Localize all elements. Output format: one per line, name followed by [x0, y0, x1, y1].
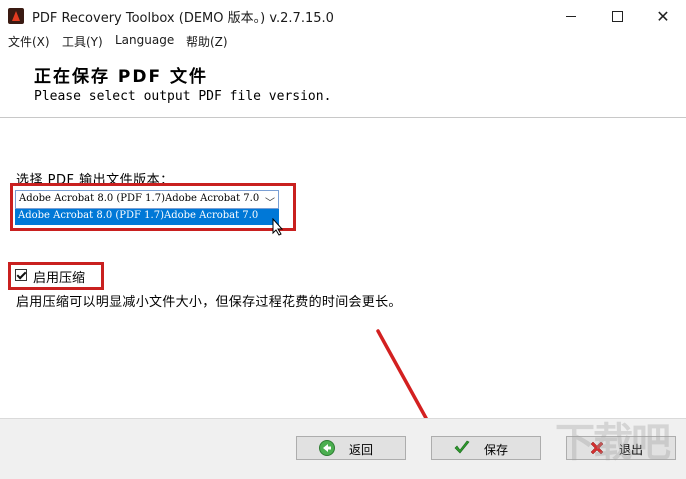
compression-checkbox[interactable] [15, 269, 27, 281]
close-icon: ✕ [656, 6, 670, 26]
page-subtitle: Please select output PDF file version. [34, 89, 332, 104]
site-watermark: 下载吧 [555, 420, 671, 466]
checkmark-icon [454, 440, 470, 454]
mouse-cursor-icon [272, 218, 284, 236]
menu-help[interactable]: 帮助(Z) [186, 33, 228, 50]
title-bar[interactable]: PDF Recovery Toolbox (DEMO 版本。) v.2.7.15… [0, 0, 686, 32]
back-button[interactable]: 返回 [296, 436, 406, 460]
menu-bar: 文件(X) 工具(Y) Language 帮助(Z) [0, 32, 686, 52]
close-button[interactable]: ✕ [640, 0, 686, 32]
chevron-down-icon: ﹀ [265, 198, 275, 209]
compression-description: 启用压缩可以明显减小文件大小，但保存过程花费的时间会更长。 [16, 295, 402, 310]
wizard-header: 正在保存 PDF 文件 Please select output PDF fil… [0, 52, 686, 118]
maximize-button[interactable] [594, 0, 640, 32]
menu-file[interactable]: 文件(X) [8, 33, 50, 50]
compression-label[interactable]: 启用压缩 [33, 267, 85, 286]
version-select-value: Adobe Acrobat 8.0 (PDF 1.7)Adobe Acrobat… [19, 193, 260, 204]
menu-language[interactable]: Language [115, 33, 174, 47]
window-title: PDF Recovery Toolbox (DEMO 版本。) v.2.7.15… [32, 11, 334, 26]
back-button-label: 返回 [349, 443, 374, 457]
app-window: PDF Recovery Toolbox (DEMO 版本。) v.2.7.15… [0, 0, 686, 479]
back-arrow-icon [319, 440, 335, 456]
app-logo-icon [8, 8, 24, 24]
page-title: 正在保存 PDF 文件 [34, 67, 209, 87]
version-option-label: Adobe Acrobat 8.0 (PDF 1.7)Adobe Acrobat… [18, 210, 259, 221]
menu-tools[interactable]: 工具(Y) [62, 33, 103, 50]
header-divider [0, 117, 686, 118]
save-button[interactable]: 保存 [431, 436, 541, 460]
maximize-icon [611, 10, 623, 22]
minimize-button[interactable] [548, 0, 594, 32]
version-select[interactable]: Adobe Acrobat 8.0 (PDF 1.7)Adobe Acrobat… [15, 190, 279, 209]
version-option-highlighted[interactable]: Adobe Acrobat 8.0 (PDF 1.7)Adobe Acrobat… [15, 209, 279, 225]
minimize-icon [566, 15, 576, 17]
save-button-label: 保存 [484, 443, 509, 457]
